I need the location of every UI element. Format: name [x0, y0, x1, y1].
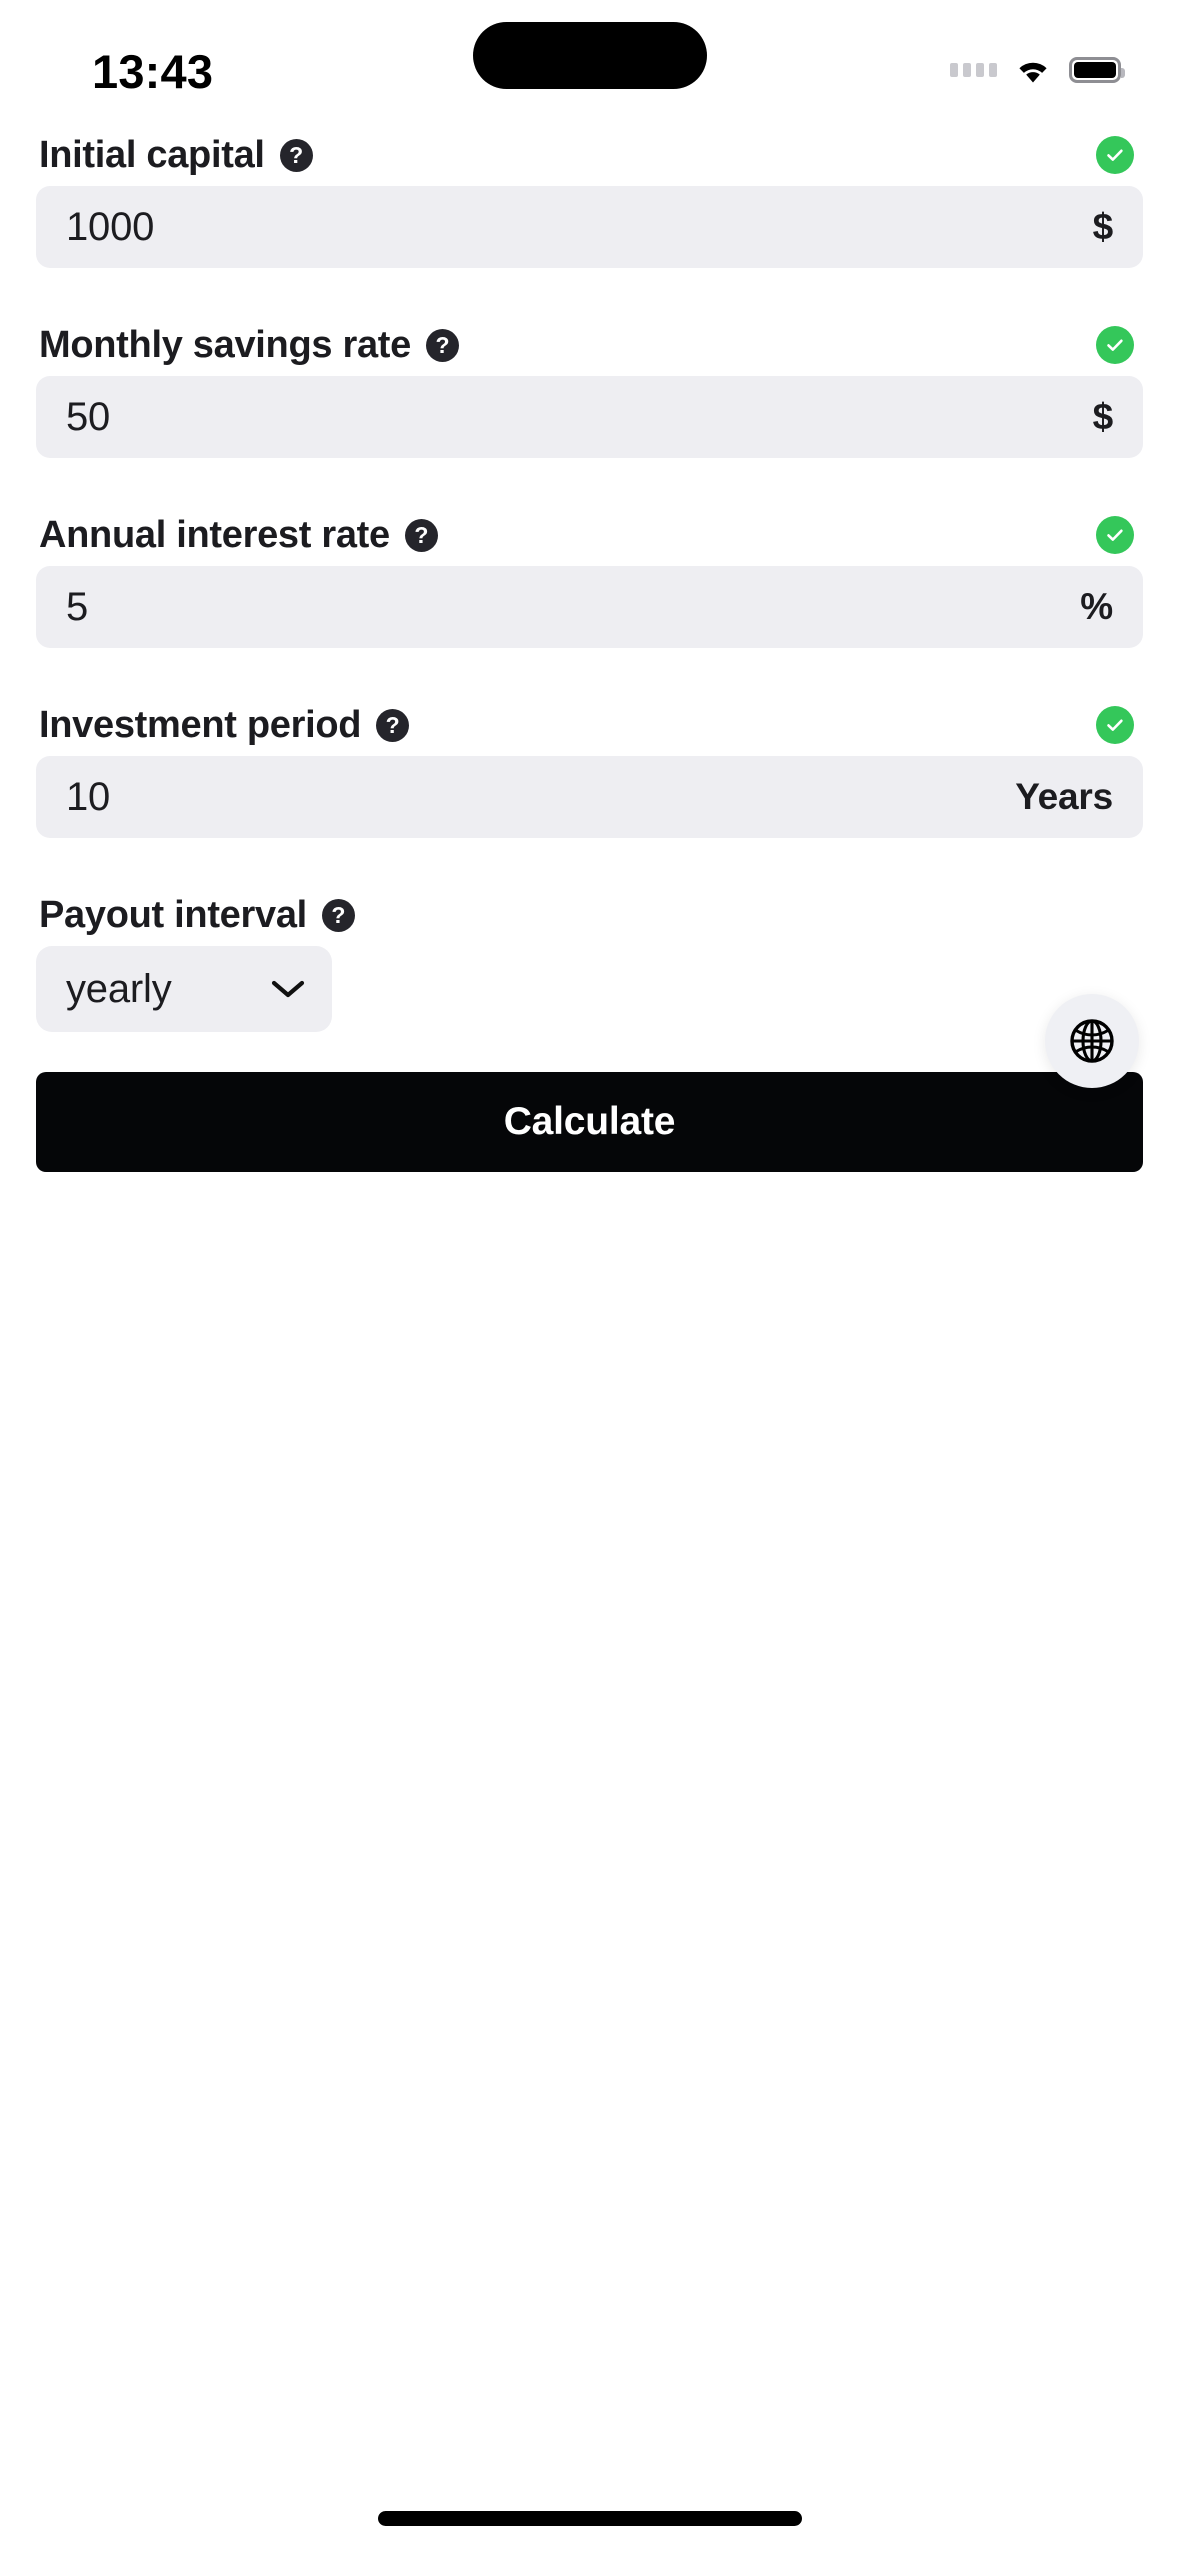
calculate-button-label: Calculate [503, 1100, 676, 1143]
input-suffix-investment-period: Years [1015, 776, 1113, 817]
valid-badge-annual-interest-rate [1096, 516, 1134, 554]
savings-calculator-form: Initial capital ? 1000 $ Monthly savings… [0, 124, 1179, 1032]
label-row-investment-period: Investment period ? [36, 694, 1143, 756]
input-initial-capital[interactable]: 1000 $ [36, 186, 1143, 268]
status-bar-indicators [950, 50, 1125, 90]
label-row-payout-interval: Payout interval ? [36, 884, 1143, 946]
signal-dots-icon [950, 63, 997, 77]
chevron-down-icon [270, 978, 306, 1000]
input-value-annual-interest-rate: 5 [66, 584, 89, 629]
input-suffix-monthly-savings-rate: $ [1092, 396, 1114, 437]
status-bar-time: 13:43 [92, 45, 214, 98]
label-row-monthly-savings-rate: Monthly savings rate ? [36, 314, 1143, 376]
home-indicator[interactable] [377, 2511, 802, 2526]
input-value-monthly-savings-rate: 50 [66, 394, 111, 439]
action-area: Calculate [0, 994, 1179, 1172]
dynamic-island [472, 22, 707, 89]
label-investment-period: Investment period [39, 703, 362, 746]
dropdown-payout-interval[interactable]: yearly [36, 946, 332, 1032]
help-icon-initial-capital[interactable]: ? [279, 138, 313, 172]
label-row-initial-capital: Initial capital ? [36, 124, 1143, 186]
field-group-monthly-savings-rate: Monthly savings rate ? 50 $ [36, 314, 1143, 458]
globe-icon [1066, 1015, 1118, 1067]
input-value-initial-capital: 1000 [66, 204, 155, 249]
help-icon-payout-interval[interactable]: ? [321, 898, 355, 932]
field-group-payout-interval: Payout interval ? yearly [36, 884, 1143, 1032]
language-globe-button[interactable] [1045, 994, 1139, 1088]
valid-badge-investment-period [1096, 706, 1134, 744]
field-group-investment-period: Investment period ? 10 Years [36, 694, 1143, 838]
label-annual-interest-rate: Annual interest rate [39, 513, 390, 556]
battery-full-icon [1069, 57, 1125, 83]
label-row-annual-interest-rate: Annual interest rate ? [36, 504, 1143, 566]
status-bar: 13:43 [0, 0, 1179, 124]
field-group-initial-capital: Initial capital ? 1000 $ [36, 124, 1143, 268]
help-icon-annual-interest-rate[interactable]: ? [404, 518, 438, 552]
label-payout-interval: Payout interval [39, 893, 307, 936]
label-initial-capital: Initial capital [39, 133, 265, 176]
label-monthly-savings-rate: Monthly savings rate [39, 323, 411, 366]
help-icon-monthly-savings-rate[interactable]: ? [425, 328, 459, 362]
input-annual-interest-rate[interactable]: 5 % [36, 566, 1143, 648]
input-suffix-initial-capital: $ [1092, 206, 1114, 247]
input-value-investment-period: 10 [66, 774, 111, 819]
calculate-button[interactable]: Calculate [36, 1072, 1143, 1172]
valid-badge-initial-capital [1096, 136, 1134, 174]
help-icon-investment-period[interactable]: ? [376, 708, 410, 742]
input-monthly-savings-rate[interactable]: 50 $ [36, 376, 1143, 458]
input-suffix-annual-interest-rate: % [1080, 586, 1113, 627]
wifi-icon [1013, 56, 1053, 85]
calculator-screen: Initial capital ? 1000 $ Monthly savings… [0, 124, 1179, 2556]
valid-badge-monthly-savings-rate [1096, 326, 1134, 364]
input-investment-period[interactable]: 10 Years [36, 756, 1143, 838]
field-group-annual-interest-rate: Annual interest rate ? 5 % [36, 504, 1143, 648]
dropdown-value-payout-interval: yearly [66, 966, 172, 1011]
